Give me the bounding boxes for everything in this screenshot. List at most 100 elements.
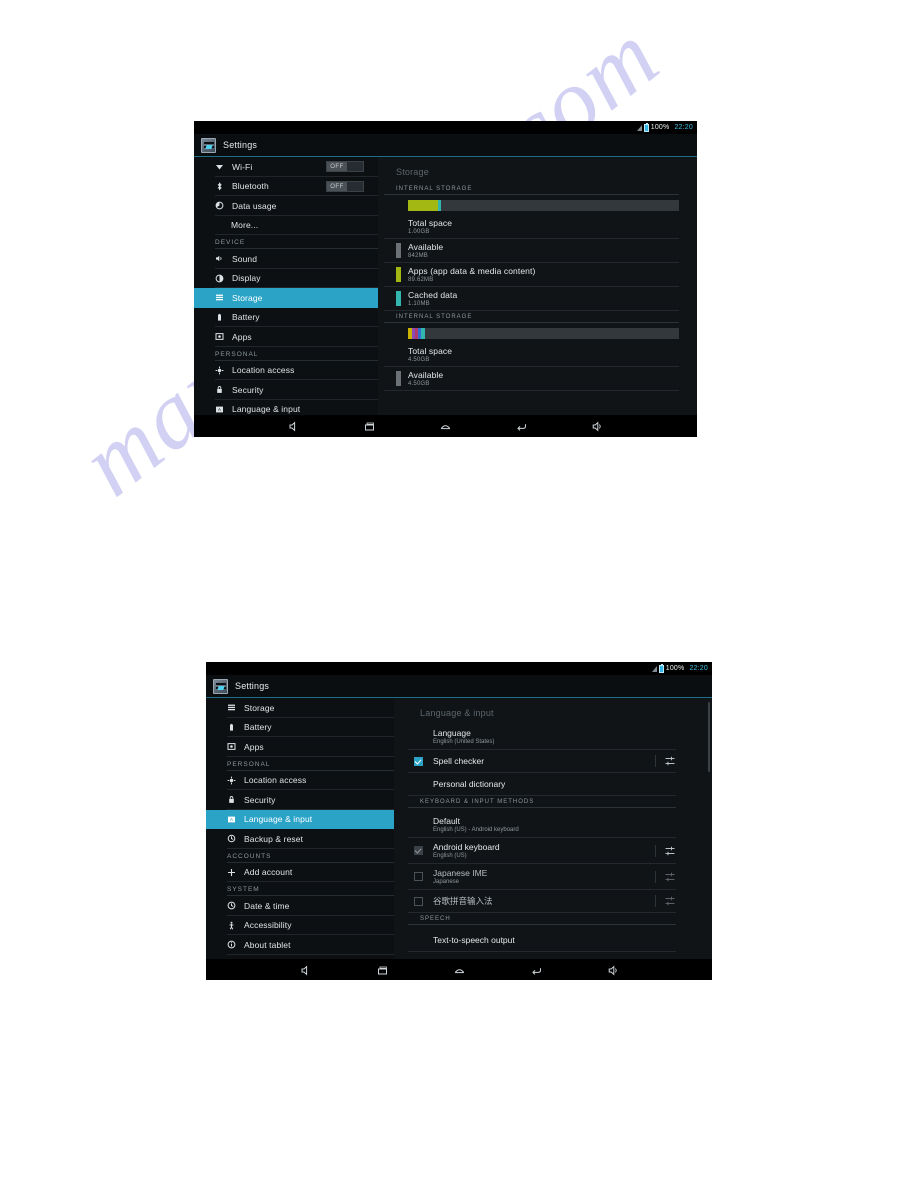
japanese-ime-checkbox[interactable] — [414, 872, 423, 881]
item-value: 1.00GB — [408, 229, 430, 235]
section-header-internal-storage-2: INTERNAL STORAGE — [384, 311, 679, 323]
clock-label: 22:20 — [689, 665, 708, 672]
storage-item-cached-data[interactable]: Cached data 1.10MB — [384, 287, 679, 311]
home-icon[interactable] — [452, 963, 466, 977]
volume-down-icon[interactable] — [298, 963, 312, 977]
android-keyboard-checkbox[interactable] — [414, 846, 423, 855]
storage-usage-bar-1 — [408, 200, 679, 211]
row-spell-checker[interactable]: Spell checker — [408, 750, 676, 773]
storage-item-available-1[interactable]: Available 842MB — [384, 239, 679, 263]
sidebar-item-accessibility[interactable]: Accessibility — [206, 916, 394, 936]
wifi-toggle-label: OFF — [327, 162, 347, 172]
sidebar-label: Add account — [244, 867, 293, 878]
sidebar-item-apps[interactable]: Apps — [206, 737, 394, 757]
settings-sliders-icon[interactable] — [655, 844, 676, 857]
back-icon[interactable] — [529, 963, 543, 977]
sidebar-item-apps[interactable]: Apps — [194, 327, 378, 347]
volume-up-icon[interactable] — [591, 419, 605, 433]
settings-sliders-icon[interactable] — [655, 755, 676, 767]
storage-item-total-space-2[interactable]: Total space 4.50GB — [384, 343, 679, 367]
row-android-keyboard[interactable]: Android keyboard English (US) — [408, 838, 676, 864]
recents-icon[interactable] — [363, 419, 377, 433]
battery-icon — [215, 313, 224, 322]
sidebar-item-storage[interactable]: Storage — [206, 698, 394, 718]
row-title: Default — [433, 816, 460, 826]
system-nav-bar-language[interactable] — [206, 959, 712, 980]
volume-down-icon[interactable] — [287, 419, 301, 433]
sidebar-item-language-input[interactable]: A Language & input — [206, 809, 394, 829]
settings-nav-list-storage[interactable]: Wi-Fi OFF Bluetooth OFF Data usage More.… — [194, 157, 378, 415]
row-title: Personal dictionary — [433, 779, 506, 789]
sidebar-item-display[interactable]: Display — [194, 269, 378, 289]
section-header-keyboard-input-methods: KEYBOARD & INPUT METHODS — [408, 796, 676, 808]
row-personal-dictionary[interactable]: Personal dictionary — [408, 773, 676, 796]
clock-icon — [227, 901, 236, 910]
settings-sliders-icon[interactable] — [655, 870, 676, 883]
row-japanese-ime[interactable]: Japanese IME Japanese — [408, 864, 676, 890]
home-icon[interactable] — [439, 419, 453, 433]
settings-nav-list-language[interactable]: Storage Battery Apps PERSONAL Location a… — [206, 698, 394, 959]
sidebar-item-data-usage[interactable]: Data usage — [194, 196, 378, 216]
sidebar-item-location-access[interactable]: Location access — [206, 771, 394, 791]
backup-icon — [227, 834, 236, 843]
volume-up-icon[interactable] — [606, 963, 620, 977]
sidebar-item-location-access[interactable]: Location access — [194, 361, 378, 381]
sidebar-label: About tablet — [244, 939, 291, 950]
item-title: Total space — [408, 346, 453, 356]
sidebar-item-sound[interactable]: Sound — [194, 249, 378, 269]
plus-icon — [227, 868, 236, 877]
accessibility-icon — [227, 921, 236, 930]
section-header-speech: SPEECH — [408, 913, 676, 925]
sidebar-item-security[interactable]: Security — [194, 380, 378, 400]
clock-label: 22:20 — [674, 124, 693, 131]
back-icon[interactable] — [515, 419, 529, 433]
sidebar-item-storage[interactable]: Storage — [194, 288, 378, 308]
wifi-toggle[interactable]: OFF — [326, 161, 364, 173]
pane-scrollbar[interactable] — [708, 702, 710, 772]
sidebar-item-battery[interactable]: Battery — [194, 308, 378, 328]
language-icon: A — [227, 815, 236, 824]
sidebar-label: Battery — [232, 312, 260, 323]
row-default-keyboard[interactable]: Default English (US) - Android keyboard — [408, 812, 676, 838]
sidebar-item-date-time[interactable]: Date & time — [206, 896, 394, 916]
bluetooth-toggle[interactable]: OFF — [326, 180, 364, 192]
row-language[interactable]: Language English (United States) — [408, 724, 676, 750]
sidebar-item-backup-reset[interactable]: Backup & reset — [206, 829, 394, 849]
sidebar-item-add-account[interactable]: Add account — [206, 863, 394, 883]
battery-icon — [643, 122, 649, 132]
row-title: Japanese IME — [433, 868, 488, 878]
sidebar-item-more[interactable]: More... — [194, 216, 378, 236]
storage-item-apps[interactable]: Apps (app data & media content) 89.62MB — [384, 263, 679, 287]
sidebar-section-system: SYSTEM — [206, 882, 394, 896]
sidebar-label: Security — [232, 384, 264, 395]
system-nav-bar-storage[interactable] — [194, 415, 697, 437]
storage-item-available-2[interactable]: Available 4.50GB — [384, 367, 679, 391]
recents-icon[interactable] — [375, 963, 389, 977]
sidebar-item-battery[interactable]: Battery — [206, 718, 394, 738]
spell-checker-checkbox[interactable] — [414, 756, 423, 766]
sidebar-section-personal: PERSONAL — [206, 757, 394, 771]
sidebar-item-bluetooth[interactable]: Bluetooth OFF — [194, 177, 378, 197]
storage-item-total-space-1[interactable]: Total space 1.00GB — [384, 215, 679, 239]
action-bar-language: Settings — [206, 675, 712, 698]
row-google-pinyin-ime[interactable]: 谷歌拼音输入法 — [408, 890, 676, 913]
google-pinyin-checkbox[interactable] — [414, 896, 423, 906]
row-text-to-speech-output[interactable]: Text-to-speech output — [408, 929, 676, 952]
section-header-internal-storage-1: INTERNAL STORAGE — [384, 183, 679, 195]
item-title: Total space — [408, 218, 453, 228]
sidebar-item-about-tablet[interactable]: About tablet — [206, 935, 394, 955]
settings-sliders-icon[interactable] — [655, 895, 676, 907]
battery-percent: 100% — [665, 665, 685, 672]
display-icon — [215, 274, 224, 283]
settings-content-storage: Wi-Fi OFF Bluetooth OFF Data usage More.… — [194, 157, 697, 415]
location-icon — [215, 366, 224, 375]
sidebar-item-security[interactable]: Security — [206, 790, 394, 810]
svg-text:A: A — [230, 817, 233, 822]
item-value: 1.10MB — [408, 301, 430, 307]
sidebar-item-wifi[interactable]: Wi-Fi OFF — [194, 157, 378, 177]
sidebar-item-language-input[interactable]: A Language & input — [194, 400, 378, 416]
battery-icon — [658, 663, 664, 673]
swatch — [396, 347, 401, 362]
battery-percent: 100% — [650, 124, 670, 131]
row-subtitle: English (US) — [433, 853, 467, 859]
